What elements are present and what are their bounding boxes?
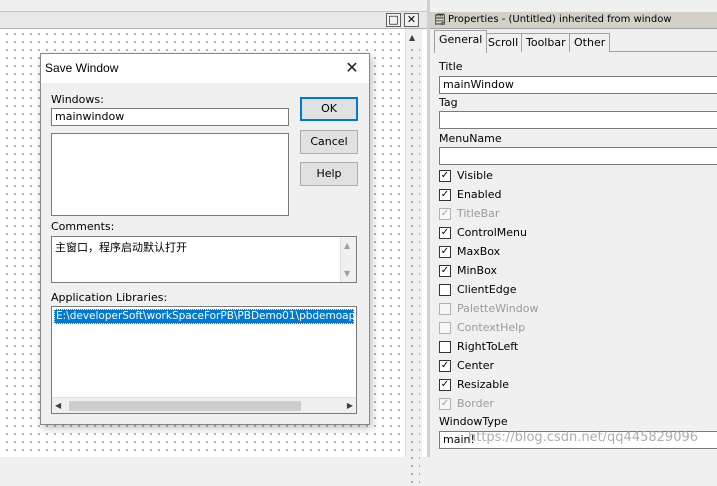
scroll-up-arrow-icon[interactable]: ▲ (344, 241, 350, 250)
checkbox-box (439, 303, 451, 315)
scroll-down-arrow-icon[interactable]: ▼ (344, 269, 350, 278)
checkbox-label: ContextHelp (457, 321, 526, 334)
checkbox-box[interactable] (439, 284, 451, 296)
watermark-text: https://blog.csdn.net/qq445829096 (468, 430, 699, 445)
scroll-left-arrow-icon[interactable]: ◀ (55, 401, 61, 410)
checkbox-label: TitleBar (457, 207, 500, 220)
painter-vertical-scrollbar[interactable]: ▲ (405, 29, 422, 486)
checkbox-box: ✓ (439, 398, 451, 410)
tab-general[interactable]: General (434, 30, 488, 53)
checkbox-label: Enabled (457, 188, 502, 201)
checkbox-label: MaxBox (457, 245, 501, 258)
scrollbar-thumb[interactable] (69, 401, 301, 411)
tab-toolbar[interactable]: Toolbar (521, 33, 571, 52)
checkbox-box[interactable]: ✓ (439, 379, 451, 391)
checkbox-box[interactable]: ✓ (439, 360, 451, 372)
libraries-horizontal-scrollbar[interactable]: ◀ ▶ (52, 397, 356, 413)
dialog-close-button[interactable]: ✕ (343, 59, 361, 77)
checkbox-label: Border (457, 397, 494, 410)
scroll-right-arrow-icon[interactable]: ▶ (347, 401, 353, 410)
dialog-title: Save Window (45, 61, 119, 75)
scroll-up-arrow-icon[interactable]: ▲ (409, 33, 415, 42)
checkbox-box[interactable]: ✓ (439, 170, 451, 182)
title-input[interactable]: mainWindow (439, 76, 717, 94)
close-painter-button[interactable]: ✕ (404, 13, 419, 27)
windows-label: Windows: (51, 93, 104, 106)
windowtype-label: WindowType (439, 415, 508, 428)
checkbox-box (439, 322, 451, 334)
tag-input[interactable] (439, 111, 717, 129)
properties-titlebar: 🗒 Properties - (Untitled) inherited from… (430, 12, 717, 29)
properties-title: Properties - (Untitled) inherited from w… (448, 14, 672, 25)
comments-textarea[interactable]: 主窗口，程序启动默认打开 ▲ ▼ (51, 236, 357, 283)
comments-scrollbar[interactable]: ▲ ▼ (340, 237, 356, 282)
application-libraries-listbox[interactable]: E:\developerSoft\workSpaceForPB\PBDemo01… (51, 306, 357, 414)
scrollbar-track[interactable] (408, 46, 420, 486)
help-button[interactable]: Help (300, 162, 358, 186)
libraries-label: Application Libraries: (51, 291, 168, 304)
checkbox-box: ✓ (439, 208, 451, 220)
checkbox-box[interactable]: ✓ (439, 189, 451, 201)
properties-panel: 🗒 Properties - (Untitled) inherited from… (427, 0, 717, 457)
checkbox-label: ControlMenu (457, 226, 527, 239)
checkbox-box[interactable]: ✓ (439, 246, 451, 258)
checkbox-box[interactable]: ✓ (439, 227, 451, 239)
restore-button[interactable]: □ (386, 13, 401, 27)
library-list-item[interactable]: E:\developerSoft\workSpaceForPB\PBDemo01… (54, 309, 354, 324)
checkbox-label: MinBox (457, 264, 497, 277)
comments-text: 主窗口，程序启动默认打开 (55, 241, 187, 254)
comments-label: Comments: (51, 220, 115, 233)
checkbox-label: Center (457, 359, 495, 372)
menuname-input[interactable] (439, 147, 717, 165)
checkbox-label: Visible (457, 169, 493, 182)
properties-icon: 🗒 (433, 13, 447, 26)
checkbox-box[interactable] (439, 341, 451, 353)
checkbox-label: PaletteWindow (457, 302, 539, 315)
tag-label: Tag (439, 96, 458, 109)
tab-other[interactable]: Other (569, 33, 611, 52)
save-window-dialog: Save Window ✕ Windows: mainwindow Commen… (40, 53, 370, 425)
painter-toolbar-strip (0, 0, 427, 12)
window-name-input[interactable]: mainwindow (51, 108, 289, 126)
tab-scroll[interactable]: Scroll (483, 33, 524, 52)
title-label: Title (439, 60, 463, 73)
windows-listbox[interactable] (51, 133, 289, 216)
checkbox-label: RightToLeft (457, 340, 519, 353)
painter-titlebar: □ ✕ (0, 12, 427, 29)
dialog-titlebar: Save Window ✕ (41, 54, 369, 83)
cancel-button[interactable]: Cancel (300, 130, 358, 154)
checkbox-label: ClientEdge (457, 283, 517, 296)
checkbox-label: Resizable (457, 378, 510, 391)
window-painter-surface: □ ✕ ▲ Save Window ✕ Windows: mainwindow … (0, 0, 427, 486)
properties-tabs: General Scroll Toolbar Other (434, 30, 717, 53)
ok-button[interactable]: OK (300, 97, 358, 121)
checkbox-box[interactable]: ✓ (439, 265, 451, 277)
menuname-label: MenuName (439, 132, 502, 145)
